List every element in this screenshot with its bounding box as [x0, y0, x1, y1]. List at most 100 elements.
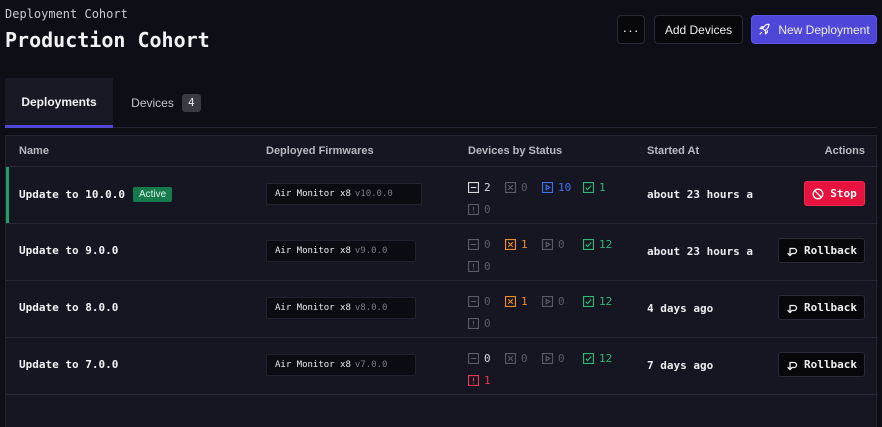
status-pending: 2	[468, 181, 505, 194]
status-failed: 0	[468, 203, 505, 216]
column-header-started: Started At	[647, 145, 700, 157]
status-failed: 0	[468, 317, 505, 330]
cancelled-icon	[505, 352, 516, 364]
status-cancelled: 0	[505, 352, 542, 365]
column-header-firmwares: Deployed Firmwares	[266, 145, 374, 157]
devices-by-status: 0 1 0 12 0	[468, 235, 628, 275]
table-row[interactable]: Update to 7.0.0 Air Monitor x8 v7.0.0 0 …	[6, 338, 878, 395]
devices-count-badge: 4	[181, 93, 201, 112]
pending-icon	[468, 238, 479, 250]
stop-icon	[812, 188, 824, 199]
tab-devices[interactable]: Devices 4	[121, 78, 211, 127]
tab-deployments-label: Deployments	[21, 94, 97, 109]
check-icon	[583, 352, 594, 364]
rollback-label: Rollback	[804, 358, 857, 371]
deployment-name: Update to 9.0.0	[19, 244, 119, 257]
pending-icon	[468, 181, 479, 193]
firmware-chip[interactable]: Air Monitor x8 v10.0.0	[266, 183, 422, 205]
column-header-name: Name	[19, 145, 49, 157]
started-at: about 23 hours a	[647, 245, 753, 258]
status-failed: 0	[468, 260, 505, 273]
rollback-icon	[787, 361, 798, 370]
add-devices-label: Add Devices	[664, 22, 733, 37]
page-title: Production Cohort	[5, 28, 210, 52]
started-at: about 23 hours a	[647, 188, 753, 201]
alert-icon	[468, 260, 479, 272]
status-pending: 0	[468, 352, 505, 365]
deployment-name-cell: Update to 9.0.0	[19, 244, 118, 257]
deployment-name: Update to 10.0.0	[19, 188, 125, 201]
rollback-button[interactable]: Rollback	[778, 295, 865, 320]
status-pending: 0	[468, 238, 505, 251]
firmware-name: Air Monitor x8	[275, 189, 351, 199]
devices-by-status: 2 0 10 1 0	[468, 178, 628, 218]
table-row[interactable]: Update to 10.0.0 Active Air Monitor x8 v…	[6, 167, 878, 224]
cancelled-icon	[505, 181, 516, 193]
alert-icon	[468, 374, 479, 386]
new-deployment-label: New Deployment	[778, 22, 870, 37]
table-header: Name Deployed Firmwares Devices by Statu…	[6, 136, 878, 167]
deployment-name: Update to 7.0.0	[19, 358, 119, 371]
tab-deployments[interactable]: Deployments	[5, 78, 113, 128]
cancelled-icon	[505, 238, 516, 250]
rollback-label: Rollback	[804, 244, 857, 257]
rollback-button[interactable]: Rollback	[778, 238, 865, 263]
status-badge: Active	[132, 187, 173, 202]
status-cancelled: 1	[505, 238, 542, 251]
firmware-version: v7.0.0	[354, 360, 388, 370]
firmware-chip[interactable]: Air Monitor x8 v8.0.0	[266, 297, 416, 319]
firmware-version: v9.0.0	[354, 246, 388, 256]
deployment-name-cell: Update to 8.0.0	[19, 301, 118, 314]
status-in-progress: 0	[542, 352, 583, 365]
check-icon	[583, 295, 594, 307]
rollback-icon	[787, 304, 798, 313]
play-icon	[542, 352, 553, 364]
rollback-label: Rollback	[804, 301, 857, 314]
rollback-button[interactable]: Rollback	[778, 352, 865, 377]
status-cancelled: 0	[505, 181, 542, 194]
stop-button[interactable]: Stop	[804, 181, 865, 206]
table-row[interactable]: Update to 9.0.0 Air Monitor x8 v9.0.0 0 …	[6, 224, 878, 281]
started-at: 4 days ago	[647, 302, 714, 315]
play-icon	[542, 181, 553, 193]
more-icon: ···	[622, 21, 640, 38]
firmware-name: Air Monitor x8	[275, 246, 351, 256]
pending-icon	[468, 352, 479, 364]
tab-bar: Deployments Devices 4	[5, 78, 877, 128]
status-failed: 1	[468, 374, 505, 387]
alert-icon	[468, 203, 479, 215]
devices-by-status: 0 1 0 12 0	[468, 292, 628, 332]
status-in-progress: 0	[542, 238, 583, 251]
tab-devices-label: Devices	[131, 95, 174, 110]
firmware-chip[interactable]: Air Monitor x8 v9.0.0	[266, 240, 416, 262]
column-header-actions: Actions	[824, 145, 865, 157]
firmware-name: Air Monitor x8	[275, 360, 351, 370]
devices-by-status: 0 0 0 12 1	[468, 349, 628, 389]
check-icon	[583, 238, 594, 250]
firmware-name: Air Monitor x8	[275, 303, 351, 313]
status-succeeded: 12	[583, 352, 620, 365]
firmware-version: v8.0.0	[354, 303, 388, 313]
status-pending: 0	[468, 295, 505, 308]
cancelled-icon	[505, 295, 516, 307]
add-devices-button[interactable]: Add Devices	[654, 15, 743, 44]
deployment-name: Update to 8.0.0	[19, 301, 119, 314]
new-deployment-button[interactable]: New Deployment	[751, 15, 877, 44]
status-in-progress: 0	[542, 295, 583, 308]
page-subtitle: Deployment Cohort	[5, 7, 128, 21]
firmware-chip[interactable]: Air Monitor x8 v7.0.0	[266, 354, 416, 376]
page: Deployment Cohort Production Cohort ··· …	[0, 0, 882, 427]
firmware-version: v10.0.0	[354, 189, 393, 199]
status-succeeded: 12	[583, 238, 620, 251]
more-options-button[interactable]: ···	[617, 15, 645, 44]
status-succeeded: 1	[583, 181, 620, 194]
deployment-name-cell: Update to 10.0.0 Active	[19, 187, 173, 202]
pending-icon	[468, 295, 479, 307]
check-icon	[583, 181, 594, 193]
stop-label: Stop	[830, 187, 857, 200]
deployment-name-cell: Update to 7.0.0	[19, 358, 118, 371]
play-icon	[542, 238, 553, 250]
started-at: 7 days ago	[647, 359, 714, 372]
alert-icon	[468, 317, 479, 329]
table-row[interactable]: Update to 8.0.0 Air Monitor x8 v8.0.0 0 …	[6, 281, 878, 338]
